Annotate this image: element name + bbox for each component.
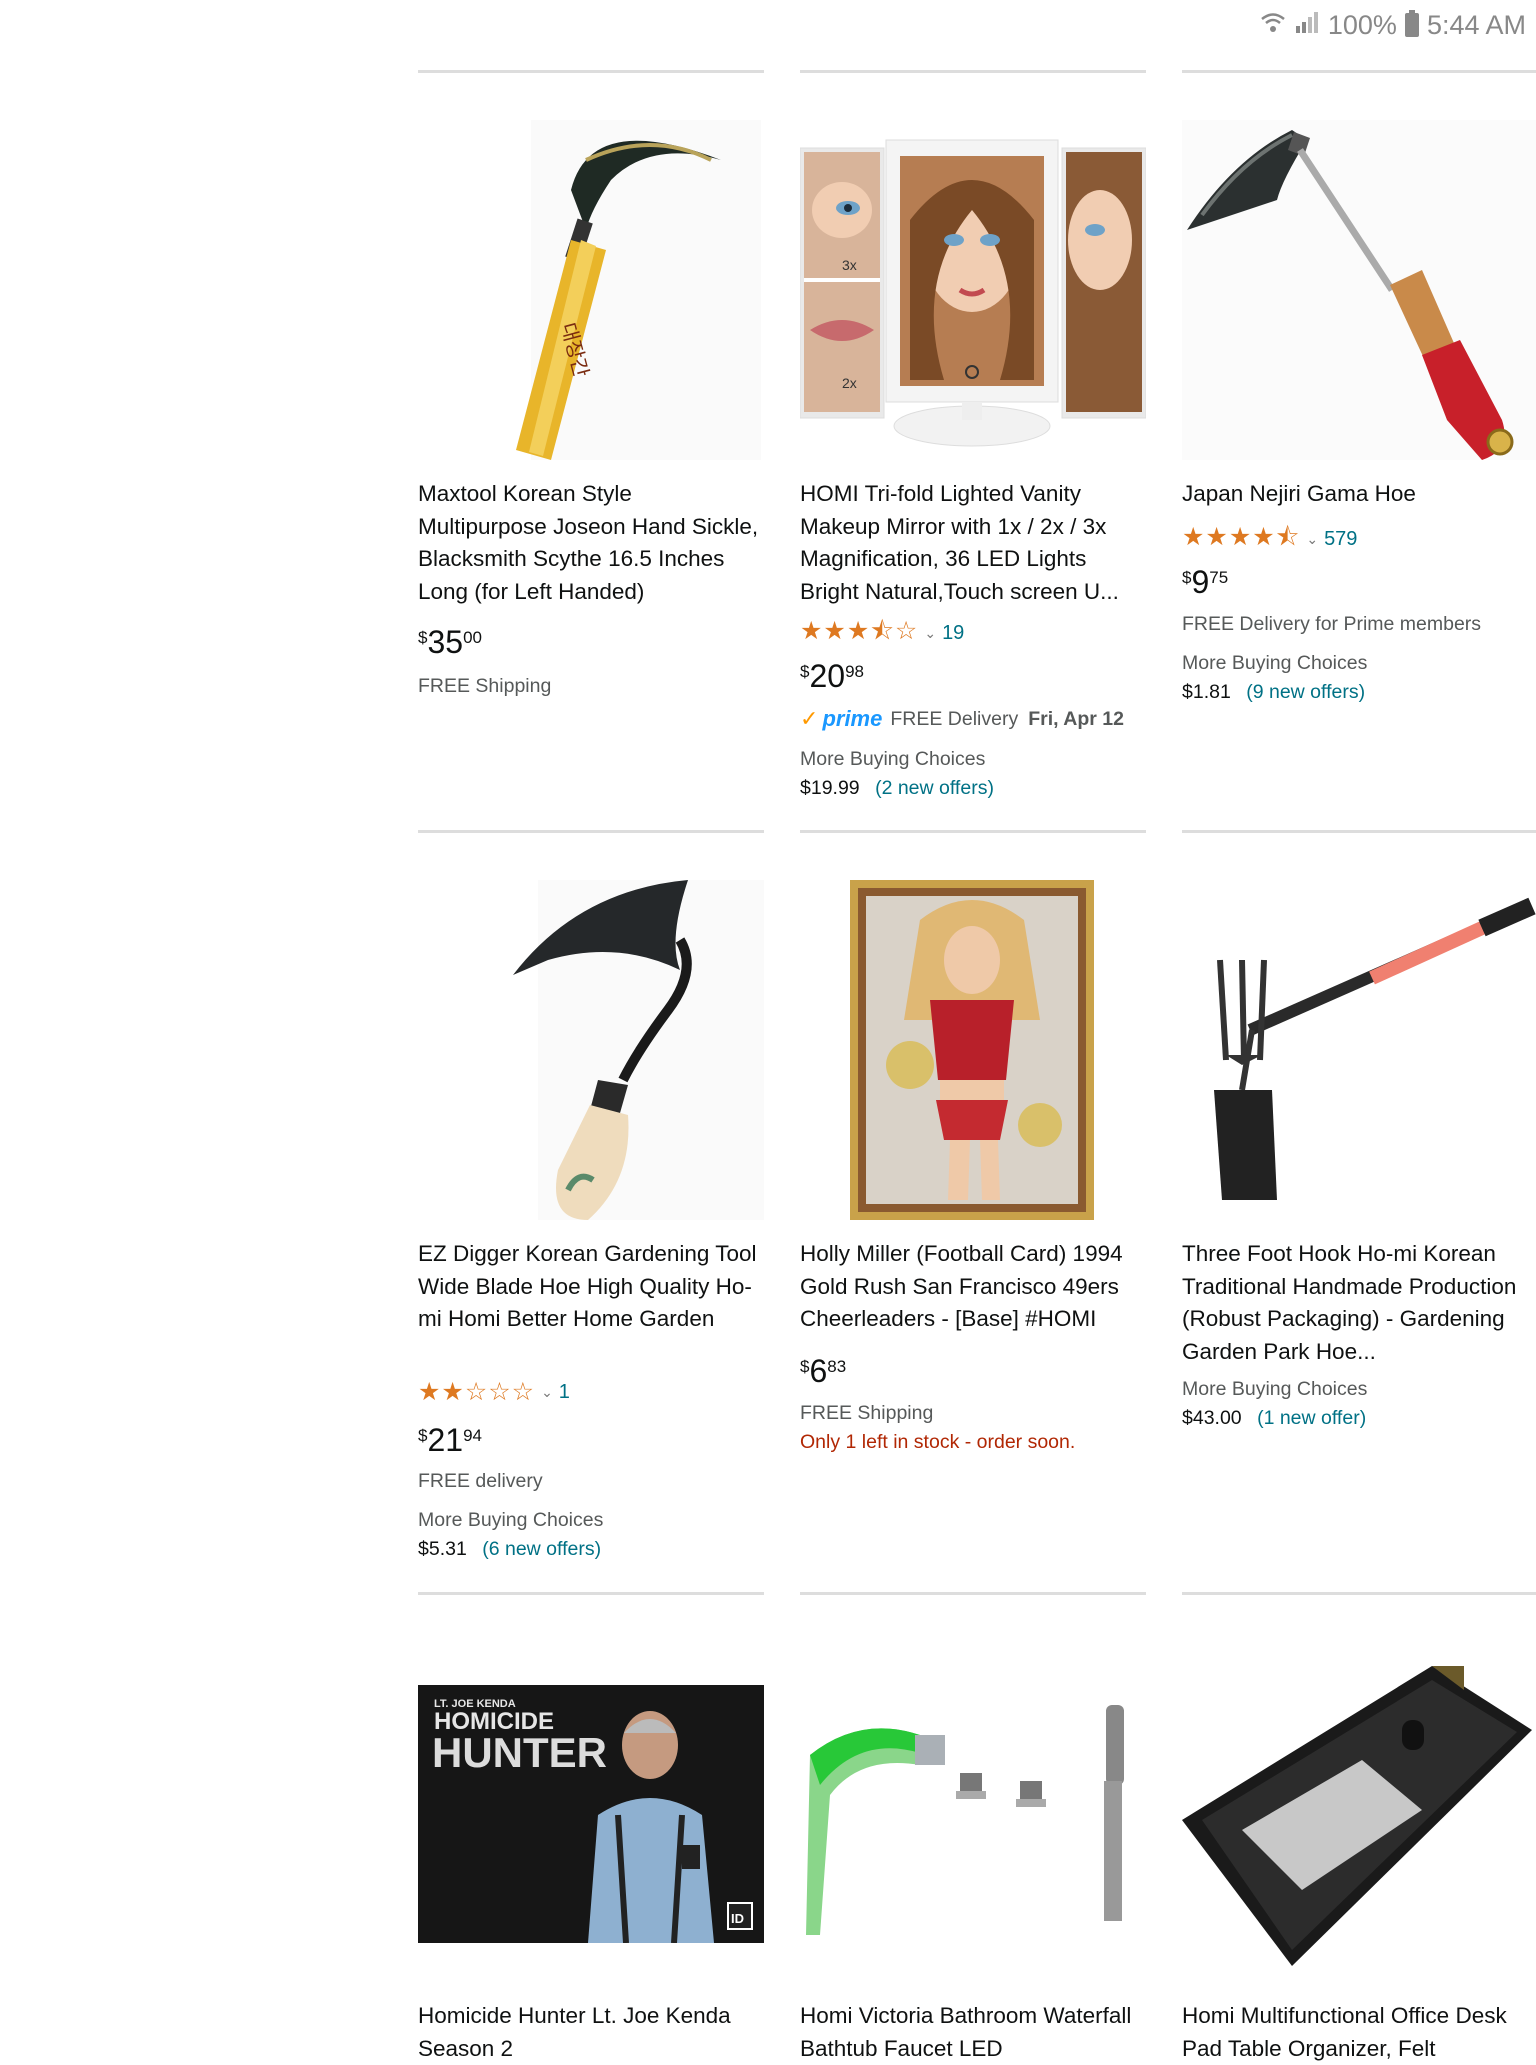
row-divider: [800, 830, 1146, 833]
chevron-down-icon[interactable]: ⌄: [1306, 531, 1318, 548]
new-offers-link[interactable]: (1 new offer): [1257, 1407, 1366, 1429]
review-count[interactable]: 579: [1324, 528, 1357, 551]
more-buying-choices: More Buying Choices: [800, 748, 986, 770]
row-divider: [800, 1592, 1146, 1595]
price-currency: $: [418, 1426, 428, 1445]
battery-icon: [1404, 10, 1419, 37]
price-fraction: 98: [845, 662, 864, 681]
price-whole: 20: [809, 658, 846, 694]
price-whole: 9: [1191, 564, 1210, 600]
alt-offer: $43.00 (1 new offer): [1182, 1407, 1366, 1430]
star-rating-icon: ★★★⯪☆: [800, 617, 919, 645]
product-image[interactable]: [800, 880, 1146, 1220]
product-image[interactable]: [1182, 1660, 1536, 1966]
row-divider: [418, 1592, 764, 1595]
signal-icon: [1294, 10, 1320, 41]
product-image[interactable]: [418, 880, 764, 1220]
new-offers-link[interactable]: (2 new offers): [875, 777, 994, 799]
alt-price: $19.99: [800, 777, 860, 799]
product-title[interactable]: Maxtool Korean Style Multipurpose Joseon…: [418, 478, 764, 608]
shipping-text: FREE delivery: [418, 1470, 543, 1492]
alt-offer: $19.99 (2 new offers): [800, 777, 994, 800]
row-divider: [418, 830, 764, 833]
row-divider: [800, 70, 1146, 73]
alt-price: $5.31: [418, 1538, 467, 1560]
wifi-icon: [1260, 10, 1286, 41]
shipping-text: FREE Shipping: [418, 675, 552, 697]
delivery-text: FREE Delivery: [890, 707, 1019, 730]
product-image[interactable]: [1182, 880, 1536, 1220]
price-whole: 21: [427, 1422, 464, 1458]
alt-price: $1.81: [1182, 681, 1231, 703]
delivery-line: ✓ prime FREE Delivery Fri, Apr 12: [800, 706, 1124, 732]
price-currency: $: [800, 1357, 810, 1376]
alt-offer: $5.31 (6 new offers): [418, 1538, 601, 1561]
price-currency: $: [1182, 568, 1192, 587]
row-divider: [1182, 830, 1536, 833]
product-image[interactable]: [1182, 120, 1536, 460]
product-title[interactable]: Japan Nejiri Gama Hoe: [1182, 478, 1528, 511]
alt-offer: $1.81 (9 new offers): [1182, 681, 1365, 704]
review-count[interactable]: 1: [559, 1381, 570, 1404]
product-title[interactable]: Holly Miller (Football Card) 1994 Gold R…: [800, 1238, 1146, 1336]
price-whole: 35: [427, 624, 464, 660]
prime-check-icon: ✓: [800, 706, 819, 731]
shipping-text: FREE Delivery for Prime members: [1182, 613, 1482, 635]
product-title[interactable]: EZ Digger Korean Gardening Tool Wide Bla…: [418, 1238, 764, 1336]
price-currency: $: [418, 628, 428, 647]
product-price: $ 21 94: [418, 1422, 482, 1458]
shipping-text: FREE Shipping: [800, 1402, 934, 1424]
delivery-date: Fri, Apr 12: [1028, 707, 1124, 730]
row-divider: [1182, 1592, 1536, 1595]
new-offers-link[interactable]: (6 new offers): [482, 1538, 601, 1560]
product-title[interactable]: Homicide Hunter Lt. Joe Kenda Season 2: [418, 2000, 764, 2065]
product-rating[interactable]: ★★★★⯪ ⌄ 579: [1182, 518, 1357, 561]
new-offers-link[interactable]: (9 new offers): [1246, 681, 1365, 703]
product-image[interactable]: 대장간: [418, 120, 764, 460]
chevron-down-icon[interactable]: ⌄: [924, 625, 936, 642]
product-price: $ 20 98: [800, 658, 864, 694]
product-rating[interactable]: ★★☆☆☆ ⌄ 1: [418, 1377, 570, 1407]
review-count[interactable]: 19: [942, 622, 964, 645]
product-image[interactable]: 3x 2x: [800, 120, 1146, 460]
row-divider: [1182, 70, 1536, 73]
chevron-down-icon[interactable]: ⌄: [541, 1384, 553, 1401]
price-fraction: 83: [827, 1357, 847, 1376]
price-whole: 6: [809, 1353, 828, 1389]
channel-logo: ID: [731, 1911, 744, 1926]
product-price: $ 9 75: [1182, 564, 1228, 600]
price-fraction: 75: [1209, 568, 1229, 587]
star-rating-icon: ★★★★⯪: [1182, 523, 1301, 551]
stock-warning: Only 1 left in stock - order soon.: [800, 1431, 1076, 1453]
magnification-label-2x: 2x: [842, 375, 857, 391]
more-buying-choices: More Buying Choices: [418, 1509, 604, 1531]
product-title[interactable]: HOMI Tri-fold Lighted Vanity Makeup Mirr…: [800, 478, 1146, 608]
poster-title-line2: HUNTER: [432, 1729, 607, 1776]
magnification-label-3x: 3x: [842, 257, 857, 273]
star-rating-icon: ★★☆☆☆: [418, 1378, 536, 1406]
product-price: $ 35 00: [418, 624, 482, 660]
battery-percent: 100%: [1327, 9, 1397, 40]
alt-price: $43.00: [1182, 1407, 1242, 1429]
product-title[interactable]: Three Foot Hook Ho-mi Korean Traditional…: [1182, 1238, 1536, 1368]
price-currency: $: [800, 662, 810, 681]
product-title[interactable]: Homi Victoria Bathroom Waterfall Bathtub…: [800, 2000, 1146, 2065]
price-fraction: 00: [463, 628, 482, 647]
product-price: $ 6 83: [800, 1353, 846, 1389]
clock: 5:44 AM: [1426, 9, 1526, 40]
product-title[interactable]: Homi Multifunctional Office Desk Pad Tab…: [1182, 2000, 1536, 2065]
price-fraction: 94: [463, 1426, 482, 1445]
more-buying-choices: More Buying Choices: [1182, 1378, 1368, 1400]
product-image[interactable]: LT. JOE KENDA HOMICIDE HUNTER ID: [418, 1685, 764, 1943]
status-bar: 100% 5:44 AM: [0, 0, 1536, 50]
more-buying-choices: More Buying Choices: [1182, 652, 1368, 674]
product-rating[interactable]: ★★★⯪☆ ⌄ 19: [800, 612, 964, 655]
prime-logo: prime: [822, 706, 883, 731]
row-divider: [418, 70, 764, 73]
product-image[interactable]: [800, 1695, 1146, 1943]
